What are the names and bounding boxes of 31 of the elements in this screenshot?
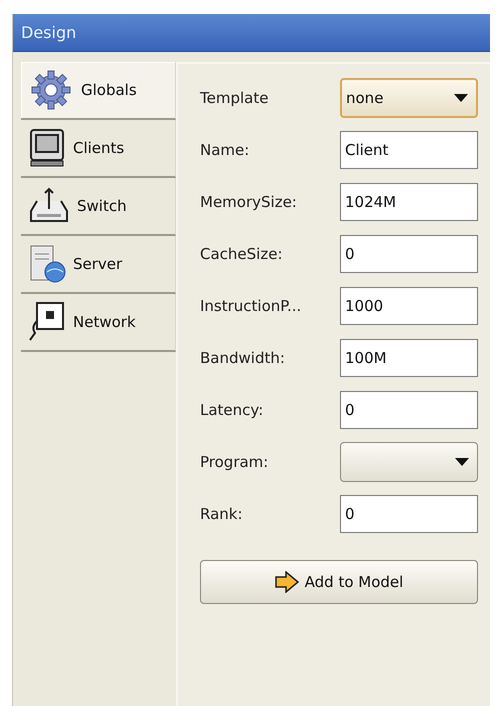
input-field[interactable]: Client bbox=[340, 131, 478, 169]
field-label: InstructionP... bbox=[200, 297, 302, 315]
field-label: Name: bbox=[200, 141, 250, 159]
add-to-model-button[interactable]: Add to Model bbox=[200, 560, 478, 604]
field-label: Template bbox=[200, 89, 270, 107]
field-label: CacheSize: bbox=[200, 245, 284, 263]
computer-icon bbox=[27, 128, 67, 168]
network-port-icon bbox=[27, 301, 67, 343]
input-field[interactable]: 1000 bbox=[340, 287, 478, 325]
switch-icon bbox=[27, 187, 71, 225]
window-title: Design bbox=[13, 14, 490, 52]
sidebar-item[interactable]: Server bbox=[21, 236, 176, 294]
dropdown-caret-icon bbox=[454, 94, 468, 102]
input-field[interactable]: 100M bbox=[340, 339, 478, 377]
field-label: Program: bbox=[200, 453, 270, 471]
input-field[interactable]: 0 bbox=[340, 235, 478, 273]
sidebar-item[interactable]: Network bbox=[21, 294, 176, 352]
field-label: Latency: bbox=[200, 401, 264, 419]
input-field[interactable]: 0 bbox=[340, 495, 478, 533]
dropdown[interactable]: none bbox=[340, 78, 478, 118]
dropdown[interactable] bbox=[340, 442, 478, 482]
sidebar-item[interactable]: Clients bbox=[21, 120, 176, 178]
field-label: MemorySize: bbox=[200, 193, 298, 211]
sidebar-item[interactable]: Globals bbox=[21, 62, 176, 120]
dropdown-caret-icon bbox=[455, 458, 469, 466]
arrow-icon bbox=[274, 571, 299, 593]
field-label: Bandwidth: bbox=[200, 349, 286, 367]
sidebar-item[interactable]: Switch bbox=[21, 178, 176, 236]
field-label: Rank: bbox=[200, 505, 244, 523]
input-field[interactable]: 0 bbox=[340, 391, 478, 429]
input-field[interactable]: 1024M bbox=[340, 183, 478, 221]
